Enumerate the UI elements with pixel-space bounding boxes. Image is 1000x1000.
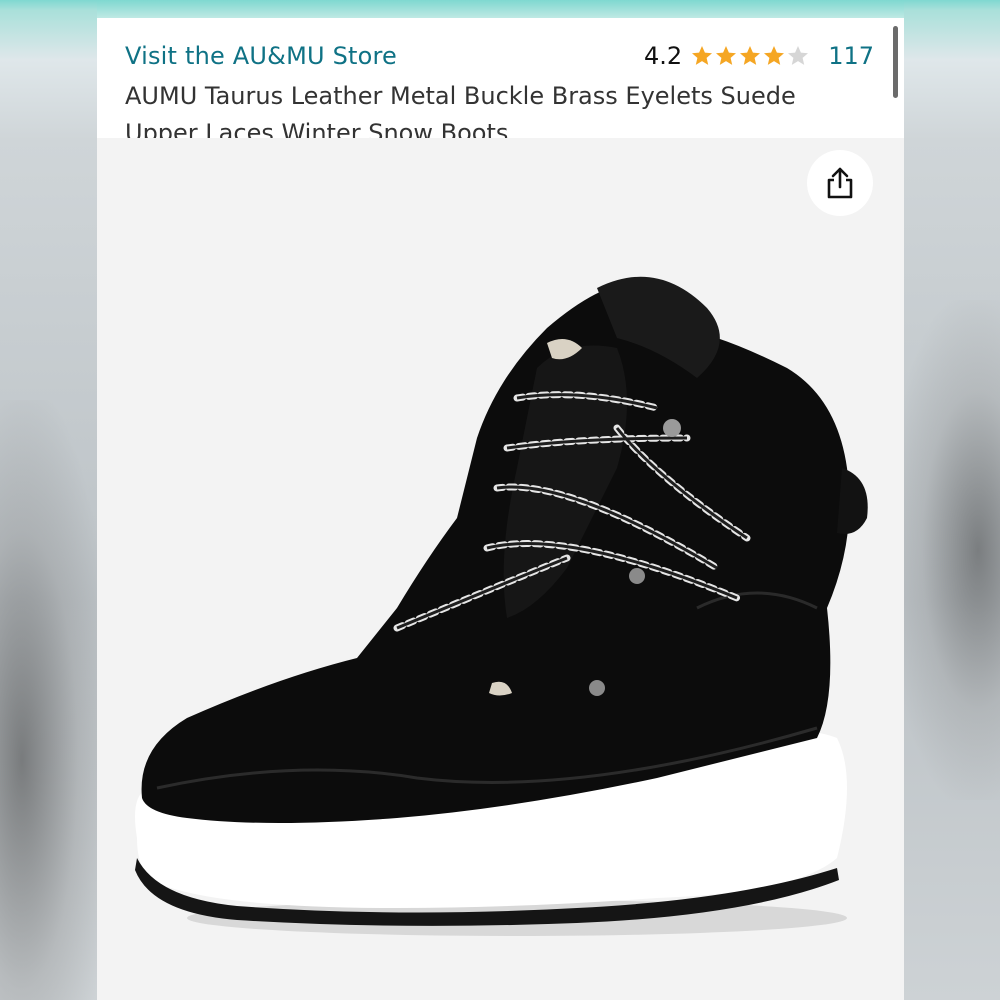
star-filled-icon	[692, 46, 713, 65]
share-button[interactable]	[807, 150, 873, 216]
rating-row[interactable]: 4.2 117	[644, 42, 874, 70]
product-image-boot	[135, 276, 868, 936]
top-accent-bar	[97, 0, 904, 18]
scrollbar[interactable]	[893, 26, 898, 98]
store-link[interactable]: Visit the AU&MU Store	[125, 42, 397, 70]
share-icon	[827, 167, 853, 199]
product-header: Visit the AU&MU Store 4.2 117 AUMU Tauru…	[97, 18, 904, 147]
blurred-background-left	[0, 400, 110, 1000]
star-rating[interactable]	[690, 44, 810, 68]
star-empty-icon	[788, 46, 809, 65]
rating-value: 4.2	[644, 42, 683, 70]
review-count-link[interactable]: 117	[828, 42, 874, 70]
star-filled-icon	[716, 46, 737, 65]
blurred-background-right	[890, 300, 1000, 800]
star-filled-icon	[764, 46, 785, 65]
product-card: Visit the AU&MU Store 4.2 117 AUMU Tauru…	[97, 0, 904, 1000]
star-filled-icon	[740, 46, 761, 65]
product-image-area[interactable]	[97, 138, 904, 1000]
